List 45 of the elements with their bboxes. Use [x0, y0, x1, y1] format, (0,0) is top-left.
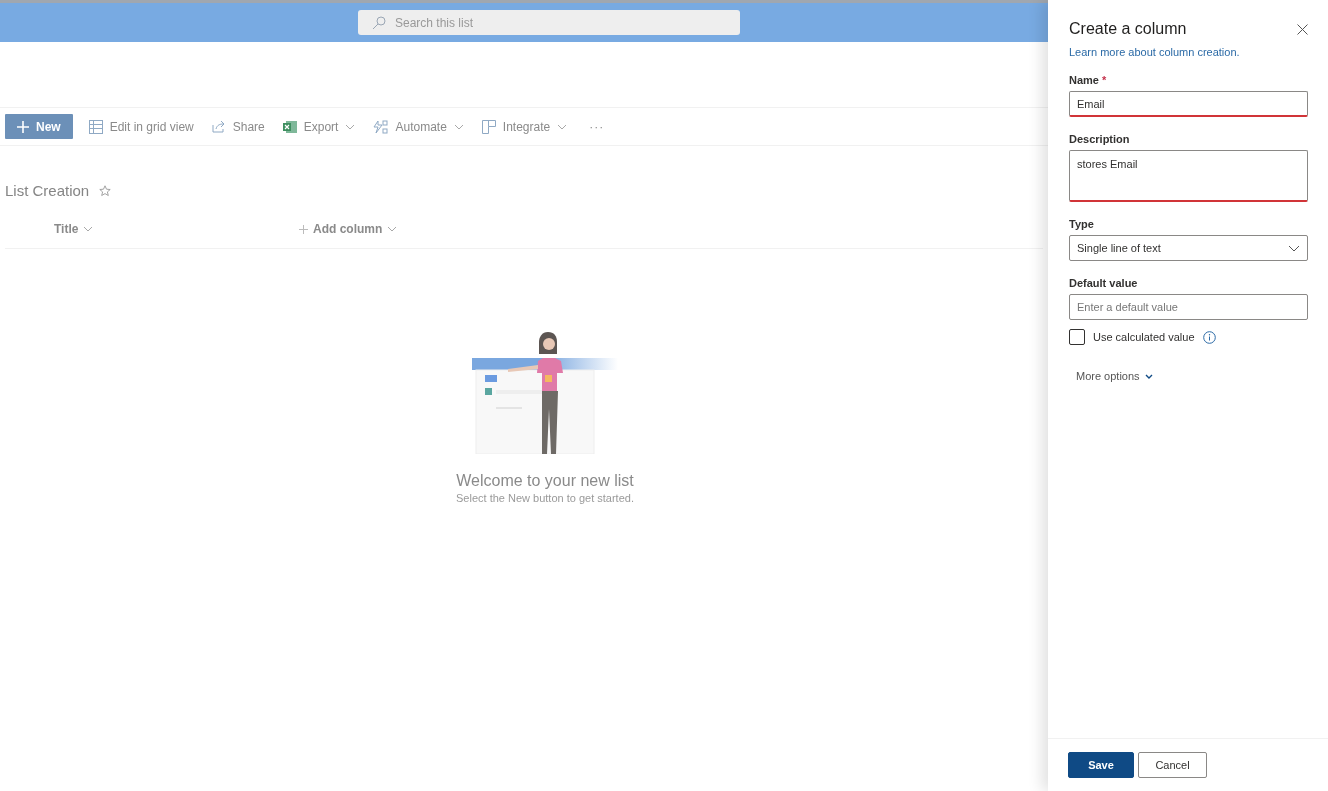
plus-icon [299, 224, 308, 234]
share-icon [211, 120, 226, 133]
more-options-button[interactable]: More options [1076, 370, 1153, 382]
toolbar-button[interactable]: Integrate [473, 114, 576, 139]
chevron-down-icon [83, 226, 94, 232]
star-icon[interactable] [99, 184, 112, 197]
column-header[interactable]: Title [54, 222, 299, 236]
text-field[interactable]: Enter a default value [1069, 294, 1308, 320]
field-label: Description [1069, 133, 1130, 145]
learn-more-link[interactable]: Learn more about column creation. [1069, 46, 1240, 58]
toolbar-button[interactable]: Automate [365, 114, 472, 139]
grid-icon [88, 119, 103, 134]
search-field[interactable]: Search this list [358, 10, 740, 35]
search-icon [372, 15, 386, 30]
more-button[interactable]: ··· [581, 114, 613, 139]
add-column-button[interactable]: Add column [299, 222, 398, 236]
panel-title: Create a column [1069, 20, 1187, 38]
checkbox[interactable] [1069, 329, 1085, 345]
checkbox-label: Use calculated value [1093, 331, 1195, 343]
new-button[interactable]: New [5, 114, 73, 139]
chevron-down-icon [1144, 373, 1153, 379]
chevron-down-icon [1288, 244, 1300, 252]
plus-icon [17, 120, 29, 133]
close-icon [1297, 23, 1308, 35]
flow-icon [373, 119, 389, 134]
chevron-down-icon [387, 226, 398, 232]
text-field[interactable]: Email [1069, 91, 1308, 117]
required-mark: * [1101, 74, 1107, 86]
close-button[interactable] [1297, 23, 1308, 35]
cancel-button[interactable]: Cancel [1138, 752, 1207, 778]
layout-icon [481, 119, 496, 134]
field-label: Default value [1069, 277, 1138, 289]
empty-state-subtext: Select the New button to get started. [456, 492, 634, 504]
field-label: Name [1069, 74, 1099, 86]
toolbar-button[interactable]: Edit in grid view [80, 114, 202, 139]
list-title: List Creation [5, 182, 90, 199]
field-label: Type [1069, 218, 1094, 230]
toolbar-button[interactable]: Share [203, 114, 273, 139]
spreadsheet-icon [282, 119, 297, 134]
description-field[interactable]: stores Email [1069, 150, 1308, 202]
type-dropdown[interactable]: Single line of text [1069, 235, 1308, 261]
toolbar-button[interactable]: Export [274, 114, 364, 139]
save-button[interactable]: Save [1068, 752, 1134, 778]
info-icon[interactable] [1202, 330, 1216, 344]
empty-state-heading: Welcome to your new list [456, 472, 634, 490]
